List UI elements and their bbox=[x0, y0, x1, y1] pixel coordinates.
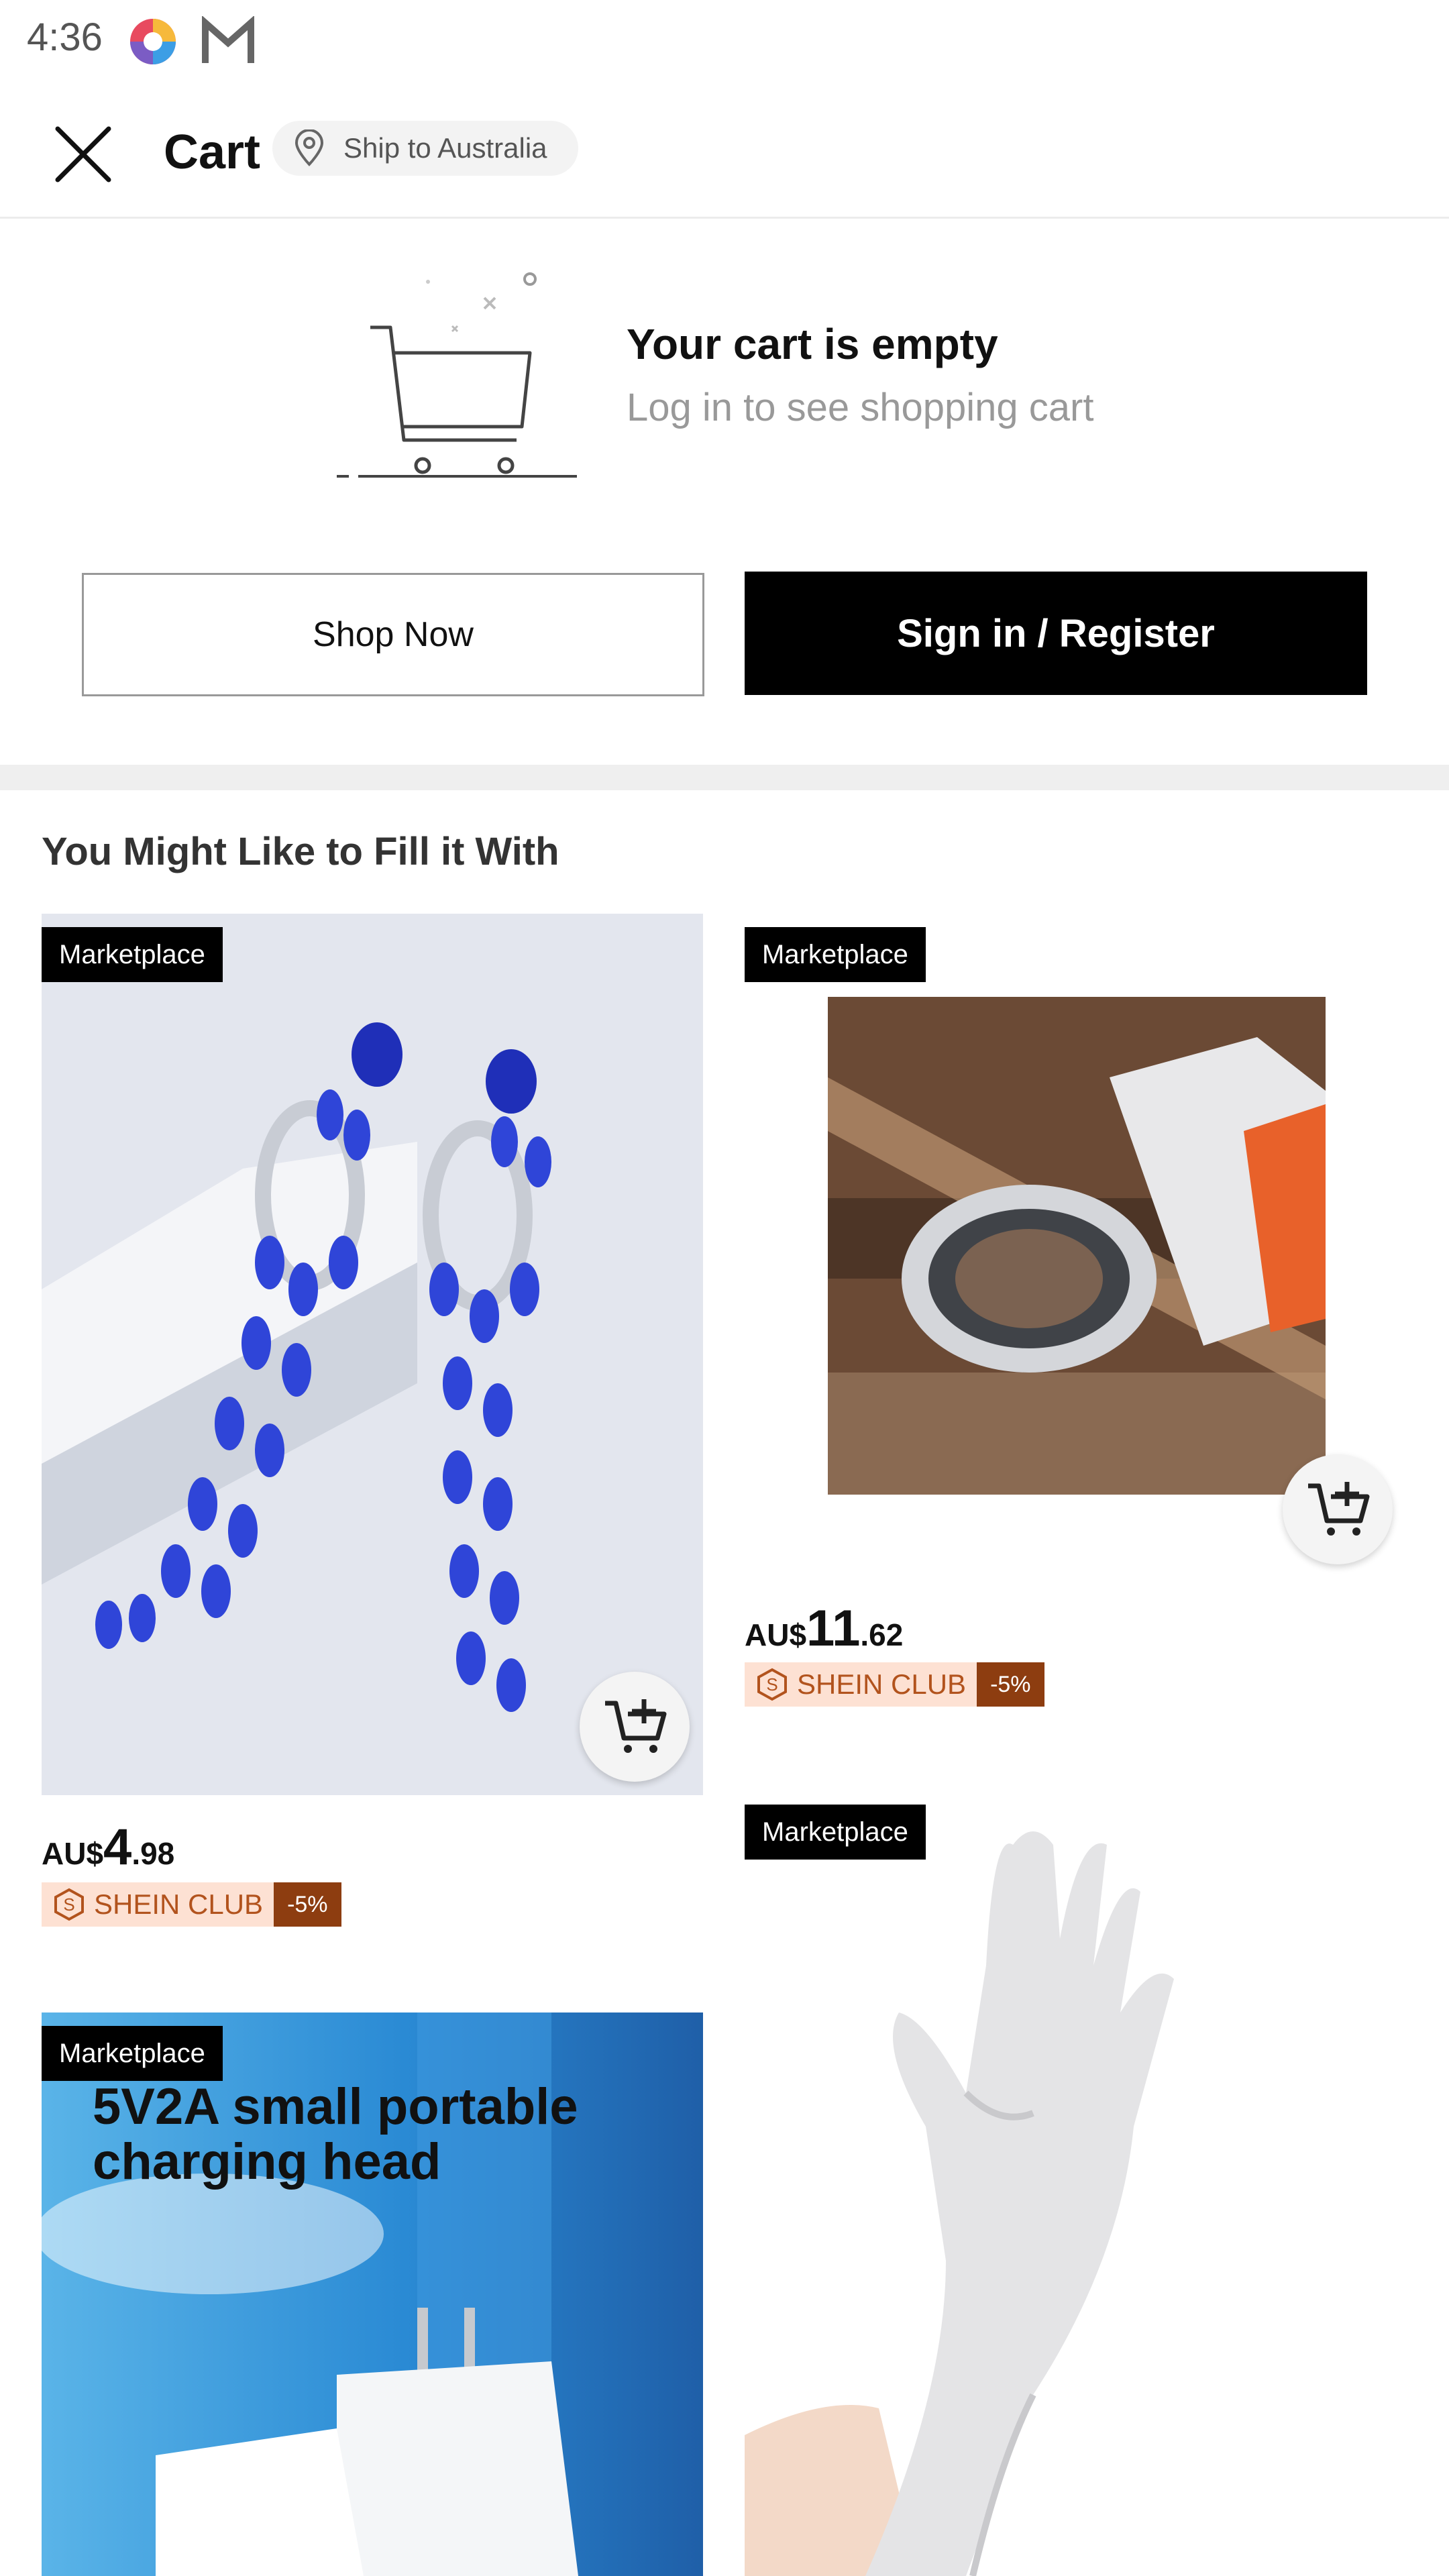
shein-club-tag: S SHEIN CLUB -5% bbox=[42, 1882, 341, 1927]
add-to-cart-icon bbox=[605, 1699, 667, 1753]
product-card-charger[interactable]: Marketplace 5V2A small portable charging… bbox=[42, 2012, 703, 2576]
shein-club-tag: S SHEIN CLUB -5% bbox=[745, 1662, 1044, 1707]
charger-image-headline: 5V2A small portable charging head bbox=[93, 2080, 578, 2190]
shein-club-text: SHEIN CLUB bbox=[797, 1668, 967, 1700]
price-whole: 11 bbox=[806, 1600, 861, 1657]
shein-club-icon: S bbox=[757, 1668, 787, 1701]
grinder-ring-image bbox=[828, 997, 1326, 1495]
earrings-image bbox=[42, 914, 703, 1795]
marketplace-badge: Marketplace bbox=[745, 1805, 926, 1860]
product-card-gloves[interactable]: Marketplace bbox=[745, 1791, 1409, 2576]
charger-image-text-line1: 5V2A small portable bbox=[93, 2078, 578, 2135]
ship-to-selector[interactable]: Ship to Australia bbox=[272, 121, 578, 176]
shein-club-label: S SHEIN CLUB bbox=[745, 1662, 977, 1707]
empty-cart-subtitle: Log in to see shopping cart bbox=[627, 386, 1094, 429]
shein-club-text: SHEIN CLUB bbox=[94, 1888, 264, 1920]
recommendations-title: You Might Like to Fill it With bbox=[42, 830, 559, 873]
club-discount: -5% bbox=[977, 1662, 1044, 1707]
satin-gloves-image bbox=[745, 1791, 1409, 2576]
shop-now-button[interactable]: Shop Now bbox=[82, 573, 704, 696]
status-time: 4:36 bbox=[27, 15, 103, 59]
gmail-icon bbox=[202, 16, 254, 63]
svg-text:S: S bbox=[63, 1894, 74, 1915]
cart-header: Cart Ship to Australia bbox=[0, 101, 1449, 219]
add-to-cart-icon bbox=[1308, 1482, 1370, 1536]
colorful-app-icon bbox=[130, 19, 176, 64]
price-decimal: .62 bbox=[860, 1617, 904, 1652]
price-currency: AU$ bbox=[745, 1617, 807, 1652]
page-title: Cart bbox=[164, 125, 261, 179]
club-discount: -5% bbox=[274, 1882, 341, 1927]
section-divider bbox=[0, 765, 1449, 790]
ship-to-label: Ship to Australia bbox=[343, 132, 547, 164]
shein-club-icon: S bbox=[54, 1888, 84, 1921]
empty-cart-icon bbox=[337, 272, 577, 478]
add-to-cart-button[interactable] bbox=[1283, 1454, 1393, 1564]
product-price: AU$11.62 bbox=[745, 1599, 903, 1658]
status-bar: 4:36 bbox=[0, 0, 1449, 87]
marketplace-badge: Marketplace bbox=[42, 2026, 223, 2081]
shein-club-label: S SHEIN CLUB bbox=[42, 1882, 274, 1927]
product-card-earrings[interactable]: Marketplace bbox=[42, 914, 703, 1795]
empty-cart-title: Your cart is empty bbox=[627, 320, 998, 368]
add-to-cart-button[interactable] bbox=[580, 1672, 690, 1782]
price-whole: 4 bbox=[103, 1819, 132, 1876]
product-price: AU$4.98 bbox=[42, 1818, 174, 1876]
charger-image-text-line2: charging head bbox=[93, 2133, 441, 2190]
marketplace-badge: Marketplace bbox=[42, 927, 223, 982]
svg-text:S: S bbox=[766, 1674, 777, 1695]
location-pin-icon bbox=[294, 129, 324, 166]
price-decimal: .98 bbox=[131, 1836, 175, 1871]
product-card-grinder[interactable]: Marketplace bbox=[745, 914, 1409, 1578]
price-currency: AU$ bbox=[42, 1836, 104, 1871]
marketplace-badge: Marketplace bbox=[745, 927, 926, 982]
close-icon[interactable] bbox=[50, 121, 117, 188]
sign-in-register-button[interactable]: Sign in / Register bbox=[745, 572, 1367, 695]
